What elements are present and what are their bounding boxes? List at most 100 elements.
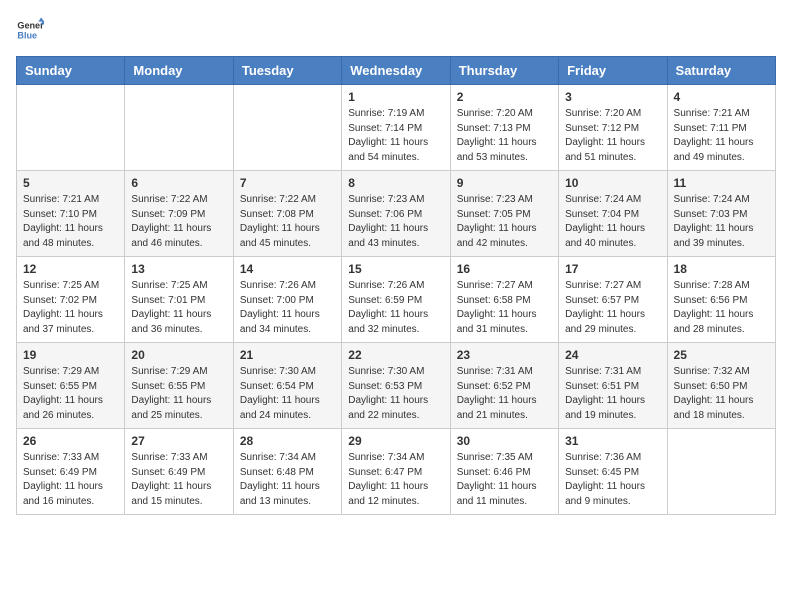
day-number: 28 xyxy=(240,434,335,448)
day-info: Sunrise: 7:26 AMSunset: 7:00 PMDaylight:… xyxy=(240,279,335,337)
day-info: Sunrise: 7:25 AMSunset: 7:02 PMDaylight:… xyxy=(23,279,118,337)
day-header-saturday: Saturday xyxy=(667,57,775,85)
day-number: 17 xyxy=(565,262,660,276)
day-info: Sunrise: 7:21 AMSunset: 7:10 PMDaylight:… xyxy=(23,193,118,251)
calendar-cell: 6 Sunrise: 7:22 AMSunset: 7:09 PMDaylight… xyxy=(125,171,233,257)
calendar-cell: 29 Sunrise: 7:34 AMSunset: 6:47 PMDayligh… xyxy=(342,429,450,515)
day-number: 3 xyxy=(565,90,660,104)
svg-text:Blue: Blue xyxy=(17,30,37,40)
calendar-cell: 11 Sunrise: 7:24 AMSunset: 7:03 PMDayligh… xyxy=(667,171,775,257)
day-info: Sunrise: 7:22 AMSunset: 7:08 PMDaylight:… xyxy=(240,193,335,251)
day-info: Sunrise: 7:36 AMSunset: 6:45 PMDaylight:… xyxy=(565,451,660,509)
day-number: 5 xyxy=(23,176,118,190)
day-number: 31 xyxy=(565,434,660,448)
calendar-cell: 17 Sunrise: 7:27 AMSunset: 6:57 PMDayligh… xyxy=(559,257,667,343)
day-info: Sunrise: 7:31 AMSunset: 6:52 PMDaylight:… xyxy=(457,365,552,423)
calendar-cell: 24 Sunrise: 7:31 AMSunset: 6:51 PMDayligh… xyxy=(559,343,667,429)
calendar-cell: 12 Sunrise: 7:25 AMSunset: 7:02 PMDayligh… xyxy=(17,257,125,343)
day-info: Sunrise: 7:23 AMSunset: 7:06 PMDaylight:… xyxy=(348,193,443,251)
day-info: Sunrise: 7:31 AMSunset: 6:51 PMDaylight:… xyxy=(565,365,660,423)
calendar-cell: 5 Sunrise: 7:21 AMSunset: 7:10 PMDaylight… xyxy=(17,171,125,257)
calendar-cell: 10 Sunrise: 7:24 AMSunset: 7:04 PMDayligh… xyxy=(559,171,667,257)
calendar-cell: 26 Sunrise: 7:33 AMSunset: 6:49 PMDayligh… xyxy=(17,429,125,515)
day-header-friday: Friday xyxy=(559,57,667,85)
calendar-cell xyxy=(233,85,341,171)
calendar-header-row: SundayMondayTuesdayWednesdayThursdayFrid… xyxy=(17,57,776,85)
day-number: 1 xyxy=(348,90,443,104)
calendar-cell: 25 Sunrise: 7:32 AMSunset: 6:50 PMDayligh… xyxy=(667,343,775,429)
day-info: Sunrise: 7:24 AMSunset: 7:04 PMDaylight:… xyxy=(565,193,660,251)
day-number: 13 xyxy=(131,262,226,276)
day-number: 24 xyxy=(565,348,660,362)
calendar-cell: 15Sunrise: 7:26 AMSunset: 6:59 PMDayligh… xyxy=(342,257,450,343)
day-info: Sunrise: 7:34 AMSunset: 6:48 PMDaylight:… xyxy=(240,451,335,509)
calendar-cell: 2Sunrise: 7:20 AMSunset: 7:13 PMDaylight… xyxy=(450,85,558,171)
calendar-cell xyxy=(667,429,775,515)
calendar-cell: 28 Sunrise: 7:34 AMSunset: 6:48 PMDayligh… xyxy=(233,429,341,515)
calendar-cell: 18Sunrise: 7:28 AMSunset: 6:56 PMDayligh… xyxy=(667,257,775,343)
calendar-cell: 19Sunrise: 7:29 AMSunset: 6:55 PMDayligh… xyxy=(17,343,125,429)
svg-text:General: General xyxy=(17,21,44,31)
calendar-cell: 3Sunrise: 7:20 AMSunset: 7:12 PMDaylight… xyxy=(559,85,667,171)
calendar-week-row: 19 Sunrise: 7:29 AMSunset: 6:55 PMDayligh… xyxy=(17,343,776,429)
day-number: 25 xyxy=(674,348,769,362)
calendar-table: SundayMondayTuesdayWednesdayThursdayFrid… xyxy=(16,56,776,515)
day-number: 6 xyxy=(131,176,226,190)
day-number: 20 xyxy=(131,348,226,362)
day-header-thursday: Thursday xyxy=(450,57,558,85)
day-number: 29 xyxy=(348,434,443,448)
day-info: Sunrise: 7:33 AMSunset: 6:49 PMDaylight:… xyxy=(131,451,226,509)
calendar-cell: 30 Sunrise: 7:35 AMSunset: 6:46 PMDayligh… xyxy=(450,429,558,515)
day-info: Sunrise: 7:34 AMSunset: 6:47 PMDaylight:… xyxy=(348,451,443,509)
calendar-cell: 27 Sunrise: 7:33 AMSunset: 6:49 PMDayligh… xyxy=(125,429,233,515)
day-info: Sunrise: 7:35 AMSunset: 6:46 PMDaylight:… xyxy=(457,451,552,509)
calendar-cell xyxy=(125,85,233,171)
day-number: 14 xyxy=(240,262,335,276)
calendar-cell xyxy=(17,85,125,171)
calendar-cell: 16 Sunrise: 7:27 AMSunset: 6:58 PMDayligh… xyxy=(450,257,558,343)
page-header: General Blue xyxy=(16,16,776,44)
logo-icon: General Blue xyxy=(16,16,44,44)
day-info: Sunrise: 7:19 AMSunset: 7:14 PMDaylight:… xyxy=(348,107,443,165)
calendar-cell: 14 Sunrise: 7:26 AMSunset: 7:00 PMDayligh… xyxy=(233,257,341,343)
calendar-cell: 7 Sunrise: 7:22 AMSunset: 7:08 PMDaylight… xyxy=(233,171,341,257)
day-number: 10 xyxy=(565,176,660,190)
day-number: 12 xyxy=(23,262,118,276)
day-info: Sunrise: 7:25 AMSunset: 7:01 PMDaylight:… xyxy=(131,279,226,337)
day-info: Sunrise: 7:27 AMSunset: 6:58 PMDaylight:… xyxy=(457,279,552,337)
day-number: 11 xyxy=(674,176,769,190)
day-info: Sunrise: 7:23 AMSunset: 7:05 PMDaylight:… xyxy=(457,193,552,251)
day-info: Sunrise: 7:22 AMSunset: 7:09 PMDaylight:… xyxy=(131,193,226,251)
day-info: Sunrise: 7:27 AMSunset: 6:57 PMDaylight:… xyxy=(565,279,660,337)
day-number: 27 xyxy=(131,434,226,448)
logo: General Blue xyxy=(16,16,44,44)
day-info: Sunrise: 7:24 AMSunset: 7:03 PMDaylight:… xyxy=(674,193,769,251)
day-number: 26 xyxy=(23,434,118,448)
day-info: Sunrise: 7:30 AMSunset: 6:54 PMDaylight:… xyxy=(240,365,335,423)
day-number: 21 xyxy=(240,348,335,362)
day-info: Sunrise: 7:32 AMSunset: 6:50 PMDaylight:… xyxy=(674,365,769,423)
day-info: Sunrise: 7:33 AMSunset: 6:49 PMDaylight:… xyxy=(23,451,118,509)
day-number: 19 xyxy=(23,348,118,362)
day-number: 23 xyxy=(457,348,552,362)
calendar-cell: 13 Sunrise: 7:25 AMSunset: 7:01 PMDayligh… xyxy=(125,257,233,343)
day-number: 4 xyxy=(674,90,769,104)
calendar-week-row: 1 Sunrise: 7:19 AMSunset: 7:14 PMDaylight… xyxy=(17,85,776,171)
day-info: Sunrise: 7:21 AMSunset: 7:11 PMDaylight:… xyxy=(674,107,769,165)
calendar-cell: 8 Sunrise: 7:23 AMSunset: 7:06 PMDaylight… xyxy=(342,171,450,257)
day-number: 15 xyxy=(348,262,443,276)
day-number: 9 xyxy=(457,176,552,190)
day-number: 16 xyxy=(457,262,552,276)
day-header-tuesday: Tuesday xyxy=(233,57,341,85)
day-header-wednesday: Wednesday xyxy=(342,57,450,85)
calendar-cell: 21 Sunrise: 7:30 AMSunset: 6:54 PMDayligh… xyxy=(233,343,341,429)
day-header-sunday: Sunday xyxy=(17,57,125,85)
day-number: 30 xyxy=(457,434,552,448)
day-header-monday: Monday xyxy=(125,57,233,85)
day-info: Sunrise: 7:30 AMSunset: 6:53 PMDaylight:… xyxy=(348,365,443,423)
day-number: 2 xyxy=(457,90,552,104)
day-info: Sunrise: 7:29 AMSunset: 6:55 PMDaylight:… xyxy=(131,365,226,423)
calendar-cell: 20 Sunrise: 7:29 AMSunset: 6:55 PMDayligh… xyxy=(125,343,233,429)
day-number: 7 xyxy=(240,176,335,190)
day-number: 8 xyxy=(348,176,443,190)
